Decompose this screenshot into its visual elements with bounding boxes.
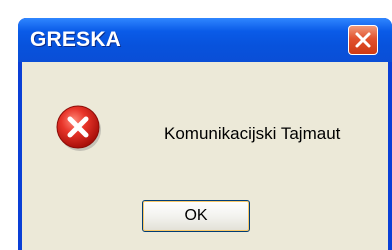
error-icon (56, 105, 101, 151)
title-bar[interactable]: GRESKA (18, 18, 392, 62)
ok-button[interactable]: OK (142, 200, 250, 232)
error-dialog: GRESKA Komunikacijski Tajmaut OK (18, 18, 392, 250)
error-message: Komunikacijski Tajmaut (164, 124, 341, 143)
dialog-body: Komunikacijski Tajmaut OK (22, 62, 388, 250)
close-icon (355, 32, 371, 48)
dialog-title: GRESKA (30, 28, 122, 51)
close-button[interactable] (348, 25, 378, 55)
